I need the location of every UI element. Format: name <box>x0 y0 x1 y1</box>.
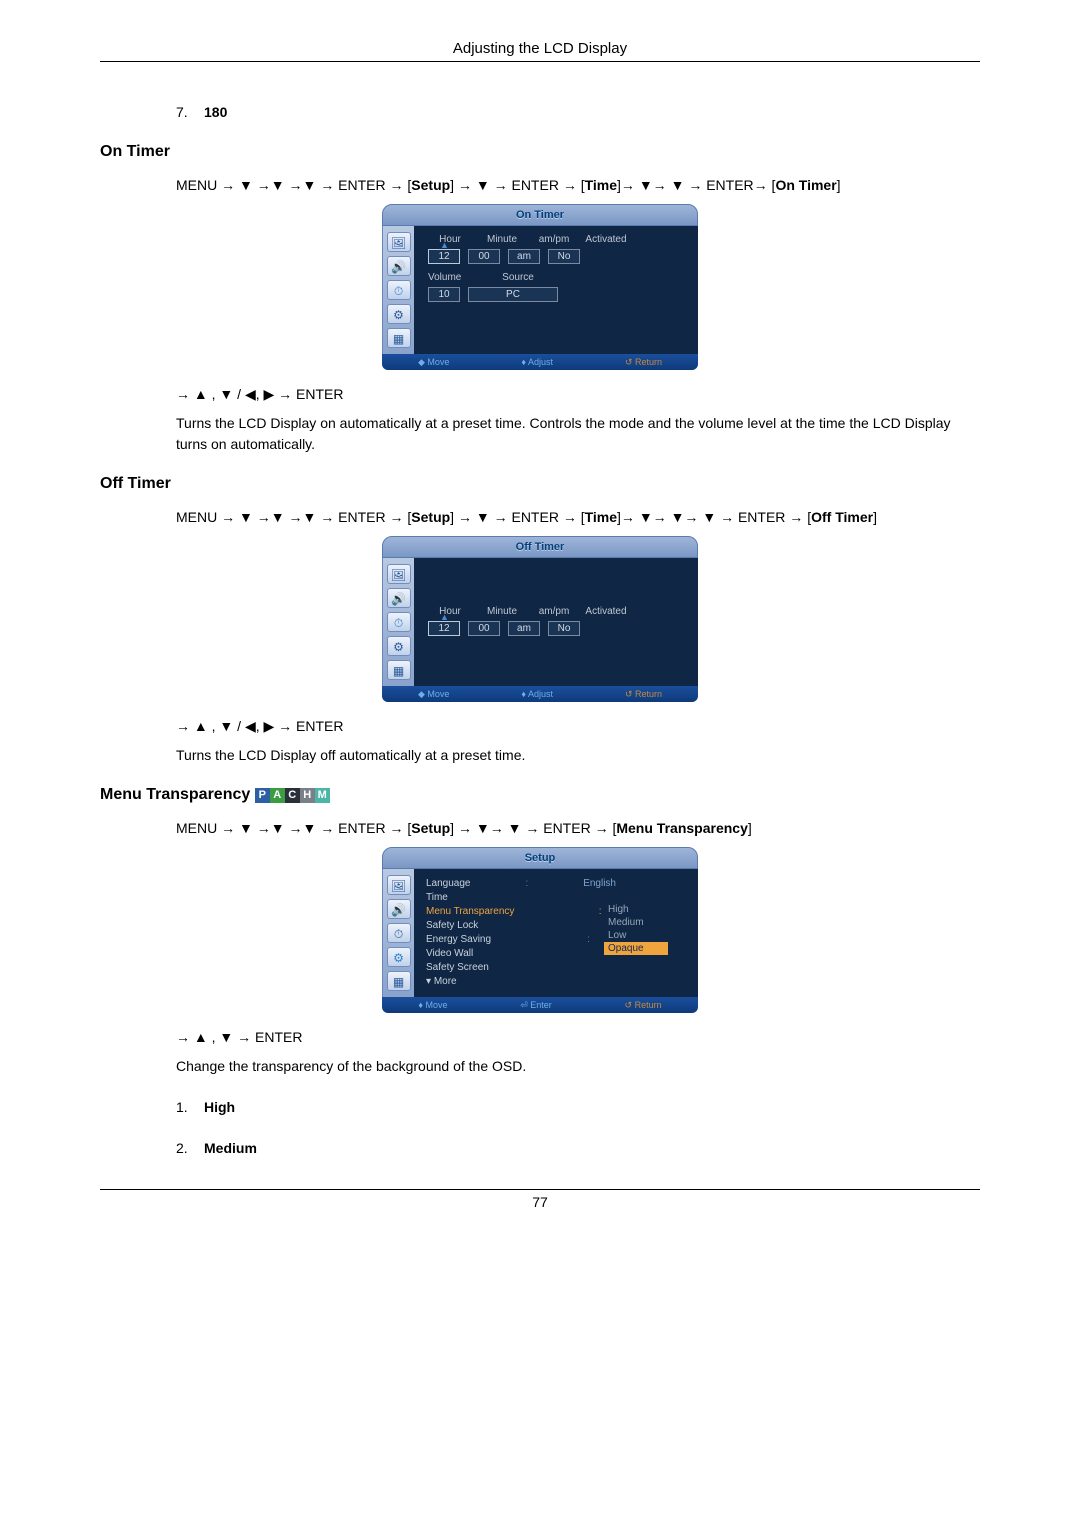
gear-icon: ⚙ <box>387 947 411 967</box>
osd-on-timer: On Timer 🖼 🔊 ⏱ ⚙ ▦ Hour Minute am/pm Act… <box>382 204 698 370</box>
osd-footer: ◆ Move ♦ Adjust ↺ Return <box>382 686 698 702</box>
label-activated: Activated <box>584 234 628 245</box>
osd-off-timer: Off Timer 🖼 🔊 ⏱ ⚙ ▦ Hour Minute am/pm Ac… <box>382 536 698 702</box>
menu-trans-desc: Change the transparency of the backgroun… <box>176 1056 980 1077</box>
setup-icon: ⏱ <box>387 612 411 632</box>
osd-footer: ♦ Move ⏎ Enter ↺ Return <box>382 997 698 1013</box>
picture-icon: 🖼 <box>387 564 411 584</box>
badge-h: H <box>300 788 315 803</box>
multi-icon: ▦ <box>387 660 411 680</box>
label-ampm: am/pm <box>532 234 576 245</box>
val-hour[interactable]: 12 <box>428 621 460 636</box>
sound-icon: 🔊 <box>387 899 411 919</box>
setup-row-safety-screen[interactable]: Safety Screen <box>424 961 688 975</box>
setup-row-language[interactable]: Language:English <box>424 877 688 891</box>
val-hour[interactable]: 12 <box>428 249 460 264</box>
on-timer-nav-sequence: MENU → ▼ →▼ →▼ → ENTER → [Setup] → ▼ → E… <box>176 175 980 196</box>
list-value: Medium <box>204 1140 257 1156</box>
osd-title: Off Timer <box>382 536 698 558</box>
menu-trans-adj-seq: → ▲ , ▼ → ENTER <box>176 1027 980 1048</box>
sound-icon: 🔊 <box>387 588 411 608</box>
off-timer-desc: Turns the LCD Display off automatically … <box>176 745 980 766</box>
label-minute: Minute <box>480 606 524 617</box>
sound-icon: 🔊 <box>387 256 411 276</box>
section-on-timer-title: On Timer <box>100 143 980 161</box>
label-volume: Volume <box>428 272 480 283</box>
section-off-timer-title: Off Timer <box>100 475 980 493</box>
label-ampm: am/pm <box>532 606 576 617</box>
gear-icon: ⚙ <box>387 304 411 324</box>
osd-sidebar: 🖼 🔊 ⏱ ⚙ ▦ <box>382 869 414 997</box>
opt-opaque[interactable]: Opaque <box>604 942 668 955</box>
label-source: Source <box>488 272 548 283</box>
section-menu-trans-title: Menu Transparency P A C H M <box>100 786 980 804</box>
val-minute[interactable]: 00 <box>468 621 500 636</box>
badge-m: M <box>315 788 330 803</box>
list-item-7: 7.180 <box>176 102 980 123</box>
list-value: 180 <box>204 104 227 120</box>
page-number: 77 <box>100 1189 980 1210</box>
list-num: 7. <box>176 102 204 123</box>
list-num: 2. <box>176 1138 204 1159</box>
off-timer-nav-sequence: MENU → ▼ →▼ →▼ → ENTER → [Setup] → ▼ → E… <box>176 507 980 528</box>
val-activated[interactable]: No <box>548 621 580 636</box>
val-ampm[interactable]: am <box>508 621 540 636</box>
osd-menu-trans: Setup 🖼 🔊 ⏱ ⚙ ▦ Language:English Time Me… <box>382 847 698 1013</box>
label-minute: Minute <box>480 234 524 245</box>
list-item-1: 1.High <box>176 1097 980 1118</box>
osd-footer: ◆ Move ♦ Adjust ↺ Return <box>382 354 698 370</box>
setup-icon: ⏱ <box>387 280 411 300</box>
options-popup: High Medium Low Opaque <box>604 903 668 955</box>
setup-row-more[interactable]: ▾ More <box>424 975 688 989</box>
val-minute[interactable]: 00 <box>468 249 500 264</box>
off-timer-adj-seq: → ▲ , ▼ / ◀, ▶ → ENTER <box>176 716 980 737</box>
multi-icon: ▦ <box>387 328 411 348</box>
setup-icon: ⏱ <box>387 923 411 943</box>
opt-medium[interactable]: Medium <box>604 916 668 929</box>
osd-sidebar: 🖼 🔊 ⏱ ⚙ ▦ <box>382 226 414 354</box>
badge-c: C <box>285 788 300 803</box>
badge-a: A <box>270 788 285 803</box>
picture-icon: 🖼 <box>387 232 411 252</box>
multi-icon: ▦ <box>387 971 411 991</box>
page-header: Adjusting the LCD Display <box>100 40 980 62</box>
list-item-2: 2.Medium <box>176 1138 980 1159</box>
picture-icon: 🖼 <box>387 875 411 895</box>
val-source[interactable]: PC <box>468 287 558 302</box>
osd-title: On Timer <box>382 204 698 226</box>
opt-high[interactable]: High <box>604 903 668 916</box>
opt-low[interactable]: Low <box>604 929 668 942</box>
list-num: 1. <box>176 1097 204 1118</box>
val-volume[interactable]: 10 <box>428 287 460 302</box>
on-timer-desc: Turns the LCD Display on automatically a… <box>176 413 980 455</box>
menu-trans-nav-sequence: MENU → ▼ →▼ →▼ → ENTER → [Setup] → ▼→ ▼ … <box>176 818 980 839</box>
label-hour: Hour <box>428 606 472 617</box>
osd-sidebar: 🖼 🔊 ⏱ ⚙ ▦ <box>382 558 414 686</box>
label-activated: Activated <box>584 606 628 617</box>
list-value: High <box>204 1099 235 1115</box>
val-activated[interactable]: No <box>548 249 580 264</box>
val-ampm[interactable]: am <box>508 249 540 264</box>
on-timer-adj-seq: → ▲ , ▼ / ◀, ▶ → ENTER <box>176 384 980 405</box>
gear-icon: ⚙ <box>387 636 411 656</box>
osd-title: Setup <box>382 847 698 869</box>
label-hour: Hour <box>428 234 472 245</box>
badge-p: P <box>255 788 270 803</box>
